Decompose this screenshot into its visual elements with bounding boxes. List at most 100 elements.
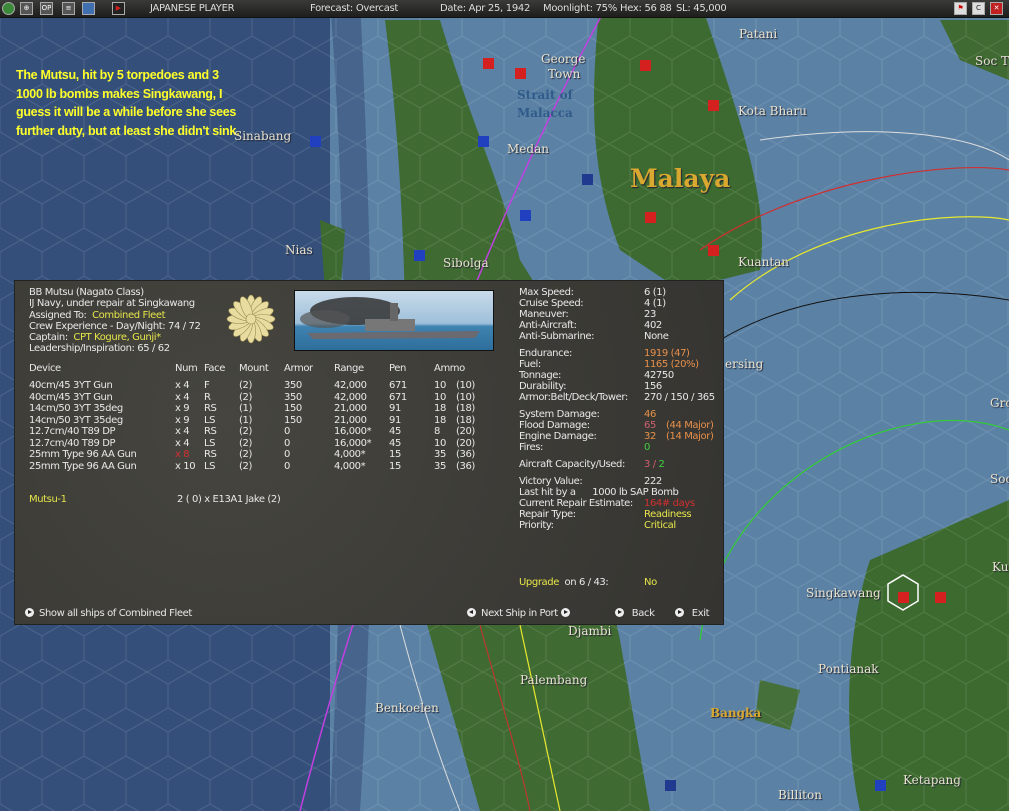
stat-label: Priority: [519, 520, 554, 531]
stat-extra: (44 Major) [666, 420, 714, 431]
map-label: Singkawang [806, 586, 881, 600]
device-cell: (2) [239, 380, 252, 391]
back-arrow-icon [615, 608, 624, 617]
device-cell: 45 [389, 426, 401, 437]
device-cell: (36) [456, 449, 475, 460]
device-cell: (10) [456, 391, 475, 403]
stat-value: 0 [644, 442, 650, 453]
ship-status: IJ Navy, under repair at Singkawang [29, 298, 195, 310]
map-label: Town [548, 67, 581, 81]
device-cell: LS [204, 414, 216, 426]
assigned-hq-link[interactable]: Combined Fleet [92, 310, 166, 321]
arrow-left-icon[interactable] [467, 608, 476, 617]
map-label: Soc [990, 472, 1009, 486]
upgrade-date: on 6 / 43: [564, 577, 609, 588]
air-group-link[interactable]: Mutsu-1 [29, 494, 67, 505]
device-cell: (18) [456, 414, 475, 426]
ship-image [294, 290, 494, 351]
device-cell: 25mm Type 96 AA Gun [29, 449, 137, 460]
ship-detail-panel: BB Mutsu (Nagato Class) IJ Navy, under r… [14, 280, 724, 625]
air-group-aircraft: 2 ( 0) x E13A1 Jake (2) [177, 494, 281, 505]
device-cell: LS [204, 437, 216, 449]
device-cell: LS [204, 460, 216, 472]
map-label: Ketapang [903, 773, 961, 787]
close-icon[interactable]: ✕ [990, 2, 1003, 15]
map-icon[interactable]: ⊕ [20, 2, 33, 15]
captain-link[interactable]: CPT Kogure, Gunji* [73, 332, 161, 343]
map-label: Sibolga [443, 256, 489, 270]
device-cell: (1) [239, 403, 252, 414]
ship-name: BB Mutsu (Nagato Class) [29, 287, 144, 298]
device-cell: 91 [389, 403, 401, 414]
arrow-right-icon[interactable] [560, 608, 570, 617]
map-label: Soc T [975, 54, 1009, 68]
stat-value: 222 [644, 476, 662, 487]
map-label: Kuantan [738, 255, 790, 269]
upgrade-link[interactable]: Upgrade [519, 577, 559, 588]
map-label-region: Malaya [630, 164, 731, 193]
show-all-ships-button[interactable]: Show all ships of Combined Fleet [25, 608, 192, 619]
column-header: Num [175, 363, 198, 374]
map-label: Gro [990, 396, 1009, 410]
map-label: Medan [507, 142, 549, 156]
column-header: Device [29, 363, 61, 374]
exit-button[interactable]: Exit [675, 608, 710, 619]
stat-label: Armor:Belt/Deck/Tower: [519, 392, 628, 403]
device-cell: 671 [389, 380, 407, 391]
device-cell: (2) [239, 391, 252, 403]
crew-experience: Crew Experience - Day/Night: 74 / 72 [29, 320, 201, 332]
stat-value: 46 [644, 409, 656, 420]
map-label: Djambi [568, 624, 612, 638]
flag-icon[interactable]: ⚑ [954, 2, 967, 15]
last-hit: Last hit by a 1000 lb SAP Bomb [519, 487, 679, 498]
stat-value: 1165 (20%) [644, 359, 699, 370]
back-button[interactable]: Back [615, 608, 655, 619]
end-turn-icon[interactable]: ▶ [112, 2, 125, 15]
stat-value: Critical [644, 520, 676, 531]
device-cell: 16,000* [334, 426, 372, 437]
device-cell: (20) [456, 426, 475, 437]
stat-label: Anti-Aircraft: [519, 320, 577, 331]
globe-icon[interactable] [2, 2, 15, 15]
device-cell: 42,000 [334, 380, 367, 391]
show-all-label: Show all ships of Combined Fleet [39, 608, 192, 619]
device-cell: x 8 [175, 449, 190, 460]
stat-label: Fires: [519, 442, 544, 453]
list-icon[interactable]: ≡ [62, 2, 75, 15]
device-cell: x 4 [175, 391, 190, 403]
map-label: Patani [739, 27, 778, 41]
device-cell: 350 [284, 380, 302, 391]
exit-arrow-icon [675, 608, 684, 617]
stat-label: Repair Type: [519, 509, 576, 520]
stat-value: 164# days [644, 498, 695, 509]
stat-label: Victory Value: [519, 476, 583, 487]
stat-value: 6 (1) [644, 287, 666, 298]
device-cell: 0 [284, 460, 290, 472]
device-cell: 150 [284, 403, 302, 414]
stat-label: Fuel: [519, 359, 541, 370]
device-cell: RS [204, 449, 217, 460]
map-label: George [541, 52, 586, 66]
forecast: Forecast: Overcast [310, 3, 399, 14]
stat-value: 156 [644, 381, 662, 392]
device-cell: 35 [434, 460, 446, 472]
moonlight: Moonlight: 75% [543, 3, 617, 14]
next-ship-button[interactable]: Next Ship in Port [467, 608, 575, 619]
column-header: Mount [239, 363, 269, 374]
device-cell: 671 [389, 391, 407, 403]
window-icon[interactable] [82, 2, 95, 15]
stat-label: Flood Damage: [519, 420, 590, 431]
stat-label: Engine Damage: [519, 431, 597, 442]
op-icon[interactable]: OP [40, 2, 53, 15]
device-cell: x 9 [175, 403, 190, 414]
ship-header: BB Mutsu (Nagato Class) IJ Navy, under r… [29, 287, 201, 355]
date: Date: Apr 25, 1942 [440, 3, 531, 14]
arrow-right-icon [25, 608, 34, 617]
assigned-label: Assigned To: [29, 309, 87, 321]
device-cell: 18 [434, 403, 446, 414]
map-label: ersing [725, 357, 764, 371]
c-button[interactable]: C [972, 2, 985, 15]
device-cell: 0 [284, 437, 290, 449]
device-cell: 14cm/50 3YT 35deg [29, 403, 123, 414]
device-cell: (2) [239, 460, 252, 472]
